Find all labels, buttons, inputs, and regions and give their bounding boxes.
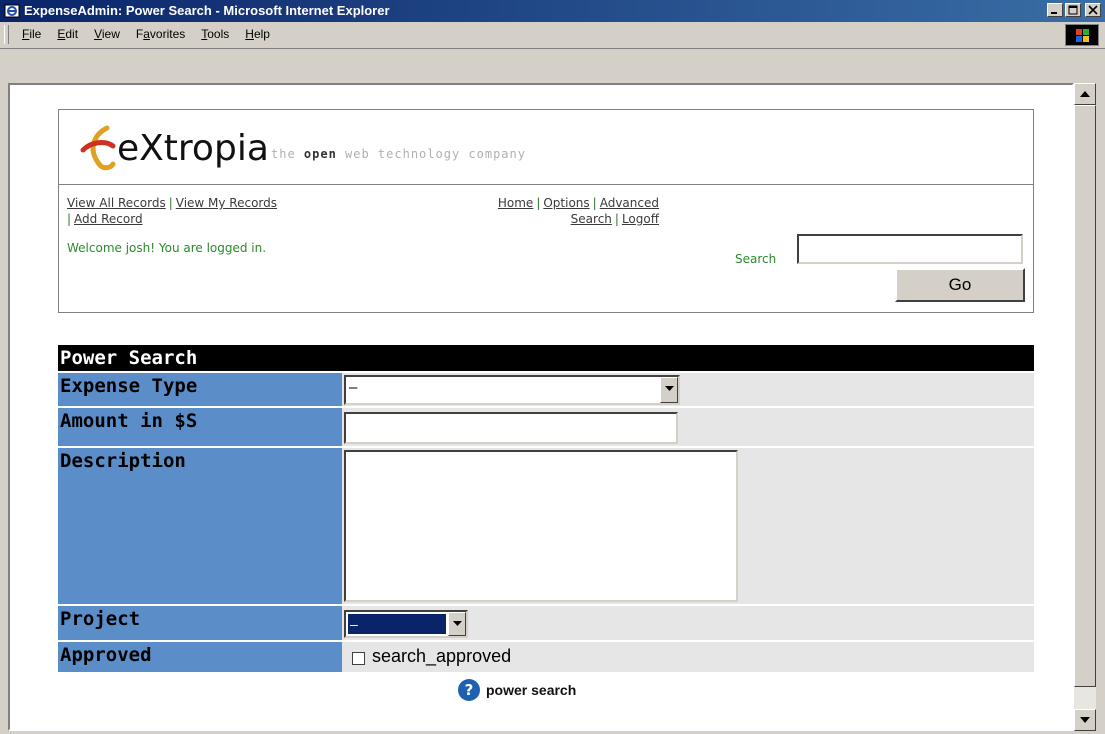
extropia-logo-icon <box>80 125 116 171</box>
windows-logo <box>1065 24 1099 46</box>
logoff-link[interactable]: Logoff <box>622 212 659 226</box>
advanced-search-link[interactable]: Advanced <box>600 196 659 210</box>
amount-input[interactable] <box>344 412 678 444</box>
approved-row: Approved search_approved <box>58 642 1034 672</box>
help-icon[interactable]: ? <box>458 679 480 701</box>
go-button[interactable]: Go <box>895 268 1025 302</box>
scroll-down-icon <box>1080 717 1090 723</box>
brand-tagline: the open web technology company <box>271 147 526 161</box>
nav-links-left: View All Records | View My Records | Add Re… <box>67 196 278 226</box>
description-row: Description <box>58 448 1034 604</box>
menu-bar: File Edit View Favorites Tools Help <box>0 22 1105 49</box>
menu-view[interactable]: View <box>86 27 128 41</box>
expense-type-label: Expense Type <box>58 373 342 406</box>
view-my-records-link[interactable]: View My Records <box>176 196 277 210</box>
power-search-title: Power Search <box>58 345 1034 371</box>
search-label: Search <box>735 252 777 266</box>
internet-explorer-icon <box>4 4 20 18</box>
close-icon <box>1088 5 1098 15</box>
dropdown-arrow-icon[interactable] <box>448 612 466 636</box>
minimize-button[interactable] <box>1047 3 1063 17</box>
welcome-message: Welcome josh! You are logged in. <box>67 241 267 255</box>
maximize-icon <box>1068 5 1078 15</box>
menu-favorites[interactable]: Favorites <box>128 27 193 41</box>
window-controls <box>1047 3 1101 17</box>
maximize-button[interactable] <box>1065 3 1081 17</box>
description-label: Description <box>58 448 342 604</box>
expense-type-select[interactable]: – <box>344 375 680 405</box>
toolbar-grip[interactable] <box>4 25 9 44</box>
window-titlebar: ExpenseAdmin: Power Search - Microsoft I… <box>0 0 1105 22</box>
expense-type-row: Expense Type – <box>58 373 1034 406</box>
view-all-records-link[interactable]: View All Records <box>67 196 166 210</box>
close-button[interactable] <box>1085 3 1101 17</box>
menu-tools[interactable]: Tools <box>193 27 237 41</box>
amount-row: Amount in $S <box>58 408 1034 446</box>
approved-checkbox[interactable] <box>352 652 365 665</box>
brand-name: eXtropia <box>117 128 269 169</box>
scrollbar-thumb[interactable] <box>1074 105 1096 687</box>
scroll-up-icon <box>1080 91 1090 97</box>
nav-links-right: Home | Options | Advanced Search | Logoff <box>497 196 659 226</box>
search-input[interactable] <box>797 234 1023 264</box>
vertical-scrollbar[interactable] <box>1074 83 1096 731</box>
scroll-down-button[interactable] <box>1074 709 1096 731</box>
advanced-search-link-cont[interactable]: Search <box>571 212 612 226</box>
menu-file[interactable]: File <box>14 27 49 41</box>
add-record-link[interactable]: Add Record <box>74 212 143 226</box>
dropdown-arrow-icon[interactable] <box>660 377 678 403</box>
logo-row: eXtropia the open web technology company <box>59 110 1033 185</box>
description-textarea[interactable] <box>344 450 738 602</box>
window-title: ExpenseAdmin: Power Search - Microsoft I… <box>24 3 390 18</box>
scroll-up-button[interactable] <box>1074 83 1096 105</box>
project-label: Project <box>58 606 342 640</box>
minimize-icon <box>1051 12 1057 14</box>
approved-checkbox-label[interactable]: search_approved <box>372 646 511 667</box>
power-search-help[interactable]: ? power search <box>458 679 576 701</box>
toolbar-area <box>0 49 1105 83</box>
menu-items: File Edit View Favorites Tools Help <box>14 27 278 41</box>
site-header: eXtropia the open web technology company… <box>58 109 1034 313</box>
amount-label: Amount in $S <box>58 408 342 446</box>
windows-flag-icon <box>1076 29 1089 42</box>
menu-edit[interactable]: Edit <box>49 27 86 41</box>
options-link[interactable]: Options <box>543 196 589 210</box>
browser-viewport: eXtropia the open web technology company… <box>8 83 1074 731</box>
help-link[interactable]: power search <box>486 682 576 698</box>
home-link[interactable]: Home <box>498 196 533 210</box>
project-row: Project – <box>58 606 1034 640</box>
menu-help[interactable]: Help <box>237 27 278 41</box>
project-select[interactable]: – <box>344 610 468 638</box>
approved-label: Approved <box>58 642 342 672</box>
